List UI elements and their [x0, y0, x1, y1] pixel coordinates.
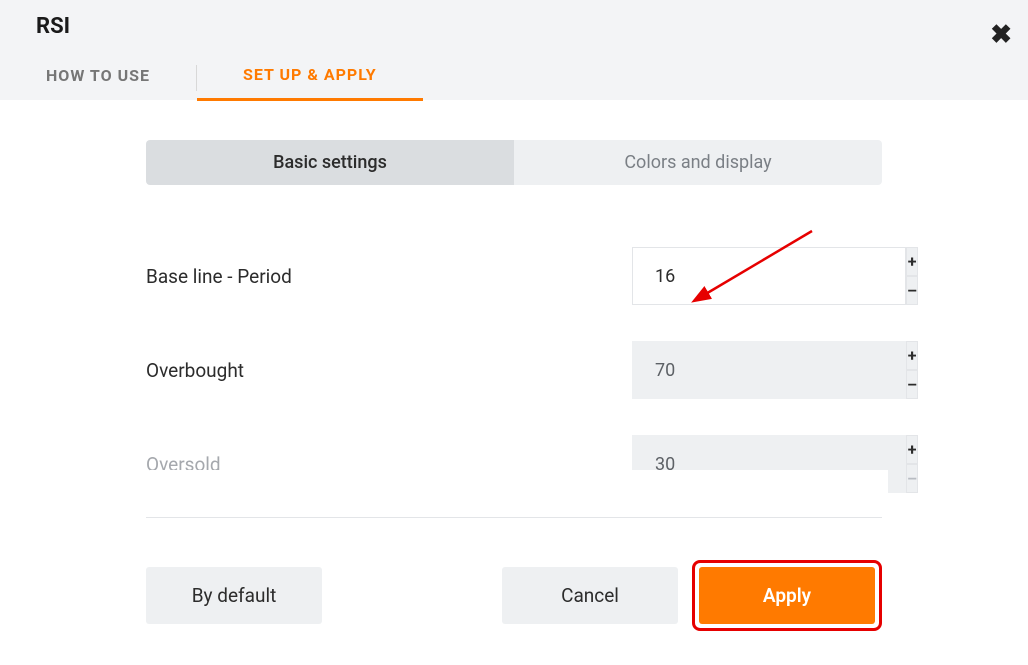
actions-row: By default Cancel Apply: [146, 560, 882, 631]
segment-basic-settings[interactable]: Basic settings: [146, 140, 514, 185]
overbought-label: Overbought: [146, 359, 244, 382]
close-icon[interactable]: ✖: [990, 20, 1012, 50]
baseline-label: Base line - Period: [146, 265, 292, 288]
by-default-button[interactable]: By default: [146, 567, 322, 624]
tab-setup-apply[interactable]: SET UP & APPLY: [197, 55, 423, 101]
settings-segmented: Basic settings Colors and display: [146, 140, 882, 185]
overbought-stepper: + –: [632, 341, 882, 399]
oversold-plus-button[interactable]: +: [906, 435, 918, 464]
field-baseline-period: Base line - Period + –: [146, 247, 882, 305]
overbought-input[interactable]: [632, 341, 906, 399]
dialog-header: RSI HOW TO USE SET UP & APPLY: [0, 0, 1028, 100]
field-overbought: Overbought + –: [146, 341, 882, 399]
overbought-plus-button[interactable]: +: [906, 341, 918, 370]
dialog-body: Basic settings Colors and display Base l…: [0, 100, 1028, 631]
tab-how-to-use[interactable]: HOW TO USE: [36, 56, 196, 99]
dialog-title: RSI: [36, 14, 992, 55]
fields-divider: [146, 517, 882, 518]
apply-highlight: Apply: [692, 560, 882, 631]
oversold-minus-button[interactable]: –: [906, 464, 918, 493]
dialog-tabs: HOW TO USE SET UP & APPLY: [36, 55, 992, 100]
overbought-minus-button[interactable]: –: [906, 370, 918, 399]
baseline-plus-button[interactable]: +: [906, 247, 918, 276]
baseline-minus-button[interactable]: –: [906, 276, 918, 305]
cancel-button[interactable]: Cancel: [502, 567, 678, 624]
baseline-stepper: + –: [632, 247, 882, 305]
apply-button[interactable]: Apply: [699, 567, 875, 624]
segment-colors-display[interactable]: Colors and display: [514, 140, 882, 185]
baseline-input[interactable]: [632, 247, 906, 305]
oversold-row-cutoff-overlay: [150, 470, 888, 494]
